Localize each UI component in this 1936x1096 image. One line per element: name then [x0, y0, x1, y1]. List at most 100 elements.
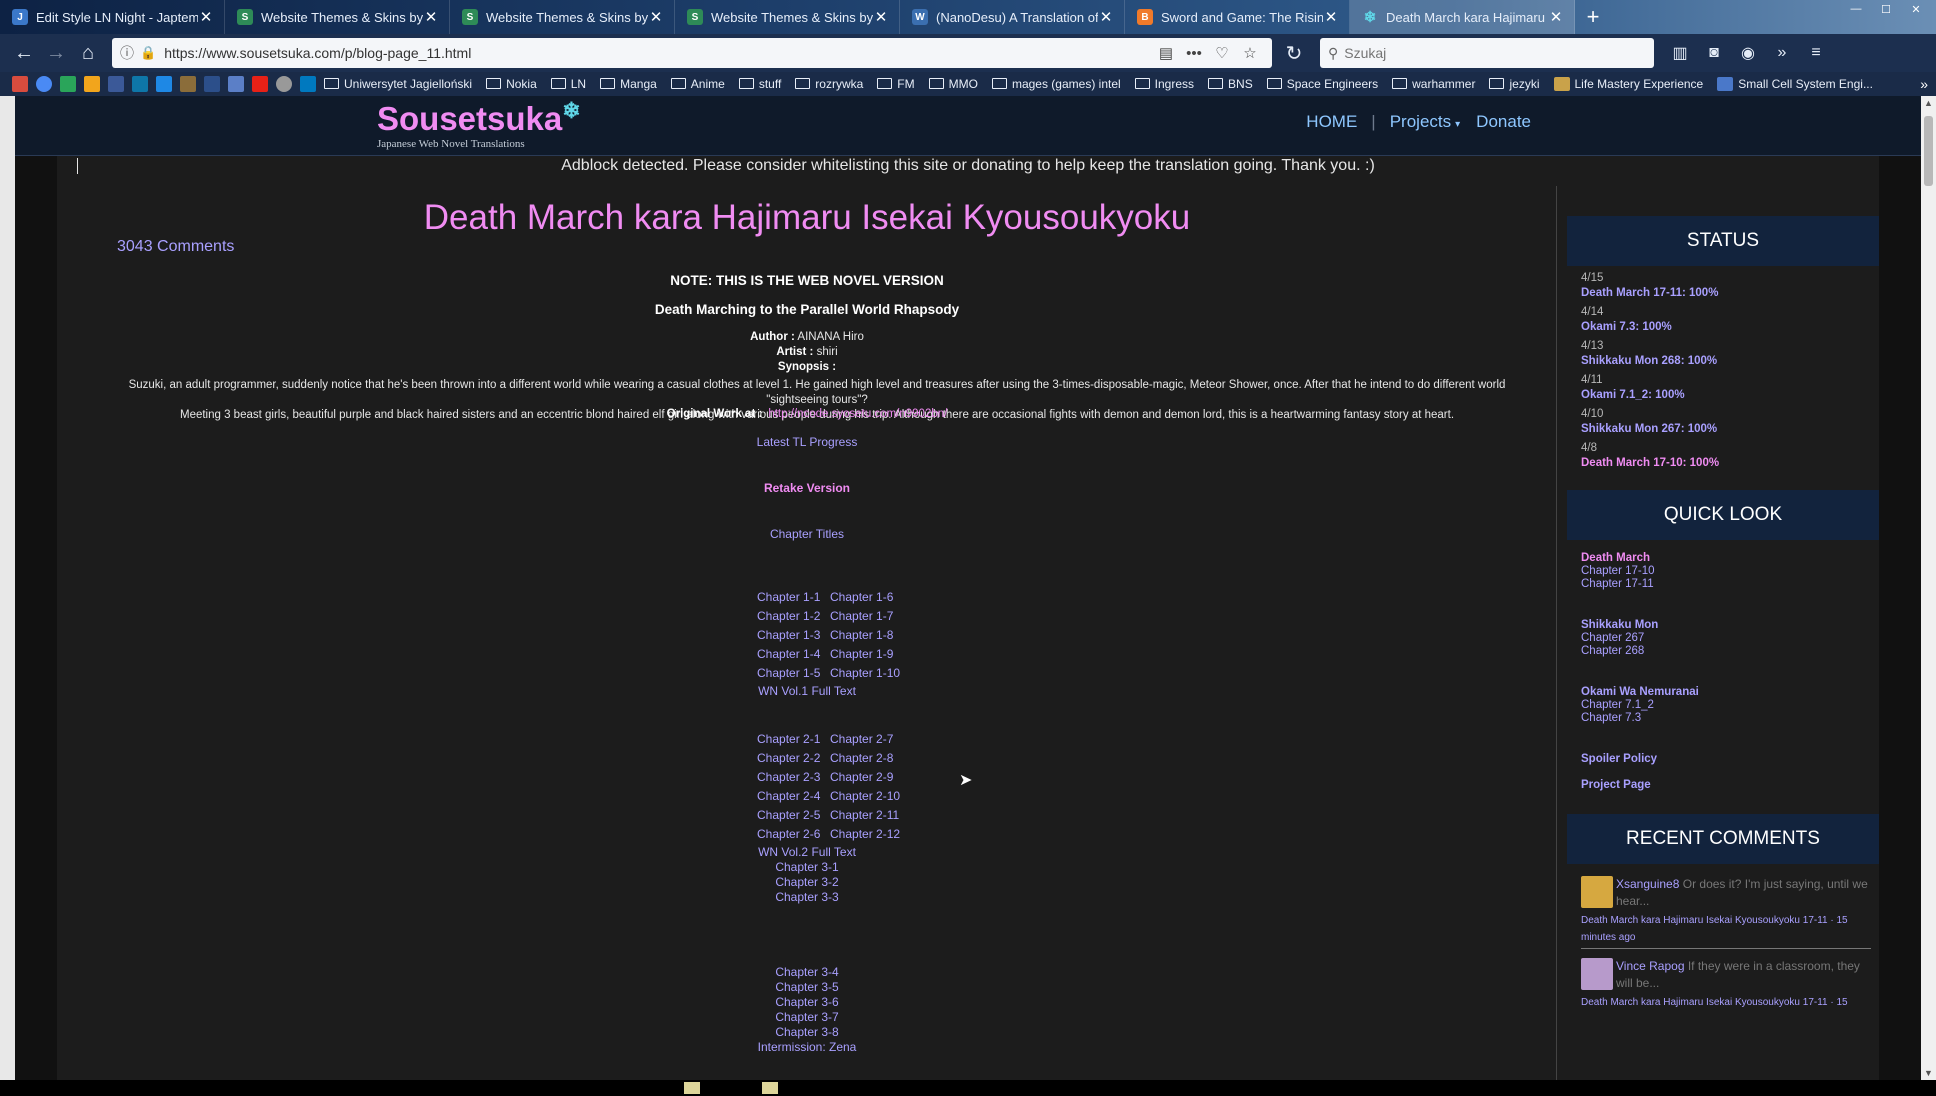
bookmark-folder[interactable]: Nokia	[486, 77, 537, 91]
bookmark-folder[interactable]: mages (games) intel	[991, 77, 1121, 91]
youtube-icon[interactable]	[252, 76, 268, 92]
chapter-link[interactable]: Chapter 2-11	[830, 808, 899, 822]
chapter-link[interactable]: Chapter 1-5	[757, 666, 830, 680]
drive-icon[interactable]	[60, 76, 76, 92]
chapter-link[interactable]: Intermission: Zena	[758, 1040, 857, 1054]
chapter-link[interactable]: Chapter 1-2	[757, 609, 830, 623]
chapter-link[interactable]: Chapter 2-4	[757, 789, 830, 803]
bookmark-folder[interactable]: LN	[550, 77, 586, 91]
avatar[interactable]	[1581, 876, 1613, 908]
bookmark-folder[interactable]: FM	[877, 77, 915, 91]
tab-4[interactable]: S Website Themes & Skins by Styl ✕	[675, 0, 900, 34]
bookmark-folder[interactable]: rozrywka	[795, 77, 863, 91]
chapter-link[interactable]: Chapter 2-2	[757, 751, 830, 765]
menu-icon[interactable]: ≡	[1802, 39, 1830, 67]
chapter-link[interactable]: Chapter 1-6	[830, 590, 893, 604]
bookmark-folder[interactable]: Manga	[600, 77, 657, 91]
latest-tl-progress-link[interactable]: Latest TL Progress	[757, 435, 858, 449]
quick-look-title[interactable]: Shikkaku Mon	[1581, 619, 1658, 631]
scroll-up-icon[interactable]: ▲	[1921, 98, 1936, 108]
url-text[interactable]: https://www.sousetsuka.com/p/blog-page_1…	[164, 45, 1152, 61]
status-link[interactable]: Shikkaku Mon 267: 100%	[1581, 423, 1717, 435]
commenter-name[interactable]: Xsanguine8	[1616, 877, 1679, 891]
chapter-link[interactable]: Chapter 2-12	[830, 827, 900, 841]
bookmark-folder[interactable]: jezyki	[1489, 77, 1540, 91]
google-icon[interactable]	[36, 76, 52, 92]
library-icon[interactable]: ▥	[1666, 39, 1694, 67]
tab-7-active[interactable]: ❄ Death March kara Hajimaru Ise ✕	[1350, 0, 1575, 34]
tab-6[interactable]: B Sword and Game: The Rising of ✕	[1125, 0, 1350, 34]
bookmark-folder[interactable]: Ingress	[1134, 77, 1194, 91]
nav-donate-link[interactable]: Donate	[1476, 112, 1531, 132]
quick-look-title[interactable]: Okami Wa Nemuranai	[1581, 686, 1699, 698]
chapter-link[interactable]: Chapter 2-1	[757, 732, 830, 746]
chapter-link[interactable]: Chapter 3-4	[775, 965, 838, 979]
chapter-link[interactable]: Chapter 3-5	[775, 980, 838, 994]
chapter-link[interactable]: Chapter 3-1	[775, 860, 838, 874]
quick-look-link[interactable]: Chapter 17-10	[1581, 565, 1655, 577]
tab-5[interactable]: W (NanoDesu) A Translation of th ✕	[900, 0, 1125, 34]
original-work-link[interactable]: http://ncode.syosetu.com/n9902bn/	[768, 408, 947, 420]
chapter-link[interactable]: Chapter 2-10	[830, 789, 900, 803]
uj-icon[interactable]	[204, 76, 220, 92]
chapter-link[interactable]: Chapter 3-7	[775, 1010, 838, 1024]
reload-icon[interactable]: ↻	[1278, 38, 1310, 68]
chapter-link[interactable]: Chapter 3-2	[775, 875, 838, 889]
close-icon[interactable]: ✕	[1323, 8, 1339, 26]
quick-look-link[interactable]: Chapter 7.3	[1581, 712, 1641, 724]
quick-look-link[interactable]: Chapter 268	[1581, 645, 1644, 657]
close-icon[interactable]: ✕	[198, 8, 214, 26]
scrollbar-thumb[interactable]	[1924, 116, 1933, 186]
chapter-link[interactable]: Chapter 1-1	[757, 590, 830, 604]
tab-3[interactable]: S Website Themes & Skins by Styl ✕	[450, 0, 675, 34]
status-link[interactable]: Death March 17-11: 100%	[1581, 287, 1718, 299]
chapter-link[interactable]: Chapter 2-8	[830, 751, 893, 765]
info-icon[interactable]: ⓘ	[120, 43, 134, 63]
chapter-link[interactable]: Chapter 2-7	[830, 732, 893, 746]
taskbar-folder-icon[interactable]	[762, 1082, 778, 1094]
linkedin-icon[interactable]	[132, 76, 148, 92]
bookmark-folder[interactable]: Anime	[670, 77, 725, 91]
bookmark-link[interactable]: Small Cell System Engi...	[1717, 77, 1873, 91]
tab-1[interactable]: J Edit Style LN Night - Japtem ✕	[0, 0, 225, 34]
globe-icon[interactable]	[276, 76, 292, 92]
r-icon[interactable]	[180, 76, 196, 92]
reader-view-icon[interactable]: ▤	[1152, 44, 1180, 62]
chapter-link[interactable]: Chapter 1-3	[757, 628, 830, 642]
chapter-link[interactable]: Chapter 2-3	[757, 770, 830, 784]
status-link[interactable]: Okami 7.3: 100%	[1581, 321, 1672, 333]
scroll-down-icon[interactable]: ▼	[1921, 1068, 1936, 1078]
home-icon[interactable]: ⌂	[72, 38, 104, 68]
stumble-icon[interactable]	[84, 76, 100, 92]
forward-icon[interactable]: →	[40, 38, 72, 68]
bookmark-link[interactable]: Life Mastery Experience	[1553, 77, 1703, 91]
site-logo[interactable]: Sousetsuka❄	[377, 98, 581, 138]
chapter-link[interactable]: Chapter 2-9	[830, 770, 893, 784]
search-input[interactable]	[1344, 45, 1646, 61]
close-icon[interactable]: ✕	[1098, 8, 1114, 26]
maximize-icon[interactable]: ☐	[1874, 0, 1898, 18]
chapter-link[interactable]: Chapter 1-7	[830, 609, 893, 623]
chapter-link[interactable]: Chapter 2-5	[757, 808, 830, 822]
quick-look-link[interactable]: Chapter 267	[1581, 632, 1644, 644]
status-link[interactable]: Shikkaku Mon 268: 100%	[1581, 355, 1717, 367]
facebook-icon[interactable]	[108, 76, 124, 92]
close-icon[interactable]: ✕	[873, 8, 889, 26]
new-tab-button[interactable]: +	[1575, 0, 1611, 34]
chapter-link[interactable]: Chapter 3-6	[775, 995, 838, 1009]
quick-look-title[interactable]: Death March	[1581, 552, 1650, 564]
sharepoint-icon[interactable]	[228, 76, 244, 92]
quick-look-link[interactable]: Chapter 17-11	[1581, 578, 1654, 590]
commenter-name[interactable]: Vince Rapog	[1616, 959, 1685, 973]
comment-post-link[interactable]: Death March kara Hajimaru Isekai Kyousou…	[1581, 912, 1871, 946]
bookmark-folder[interactable]: Space Engineers	[1266, 77, 1378, 91]
vol2-full-text-link[interactable]: WN Vol.2 Full Text	[758, 845, 856, 859]
page-actions-icon[interactable]: •••	[1180, 45, 1208, 62]
chapter-link[interactable]: Chapter 1-8	[830, 628, 893, 642]
bookmark-folder[interactable]: BNS	[1208, 77, 1253, 91]
chapter-link[interactable]: Chapter 2-6	[757, 827, 830, 841]
extension-icon[interactable]: ◙	[1700, 39, 1728, 67]
status-link[interactable]: Death March 17-10: 100%	[1581, 457, 1719, 469]
quick-look-link[interactable]: Chapter 7.1_2	[1581, 699, 1654, 711]
bookmarks-overflow-icon[interactable]: »	[1920, 76, 1928, 92]
